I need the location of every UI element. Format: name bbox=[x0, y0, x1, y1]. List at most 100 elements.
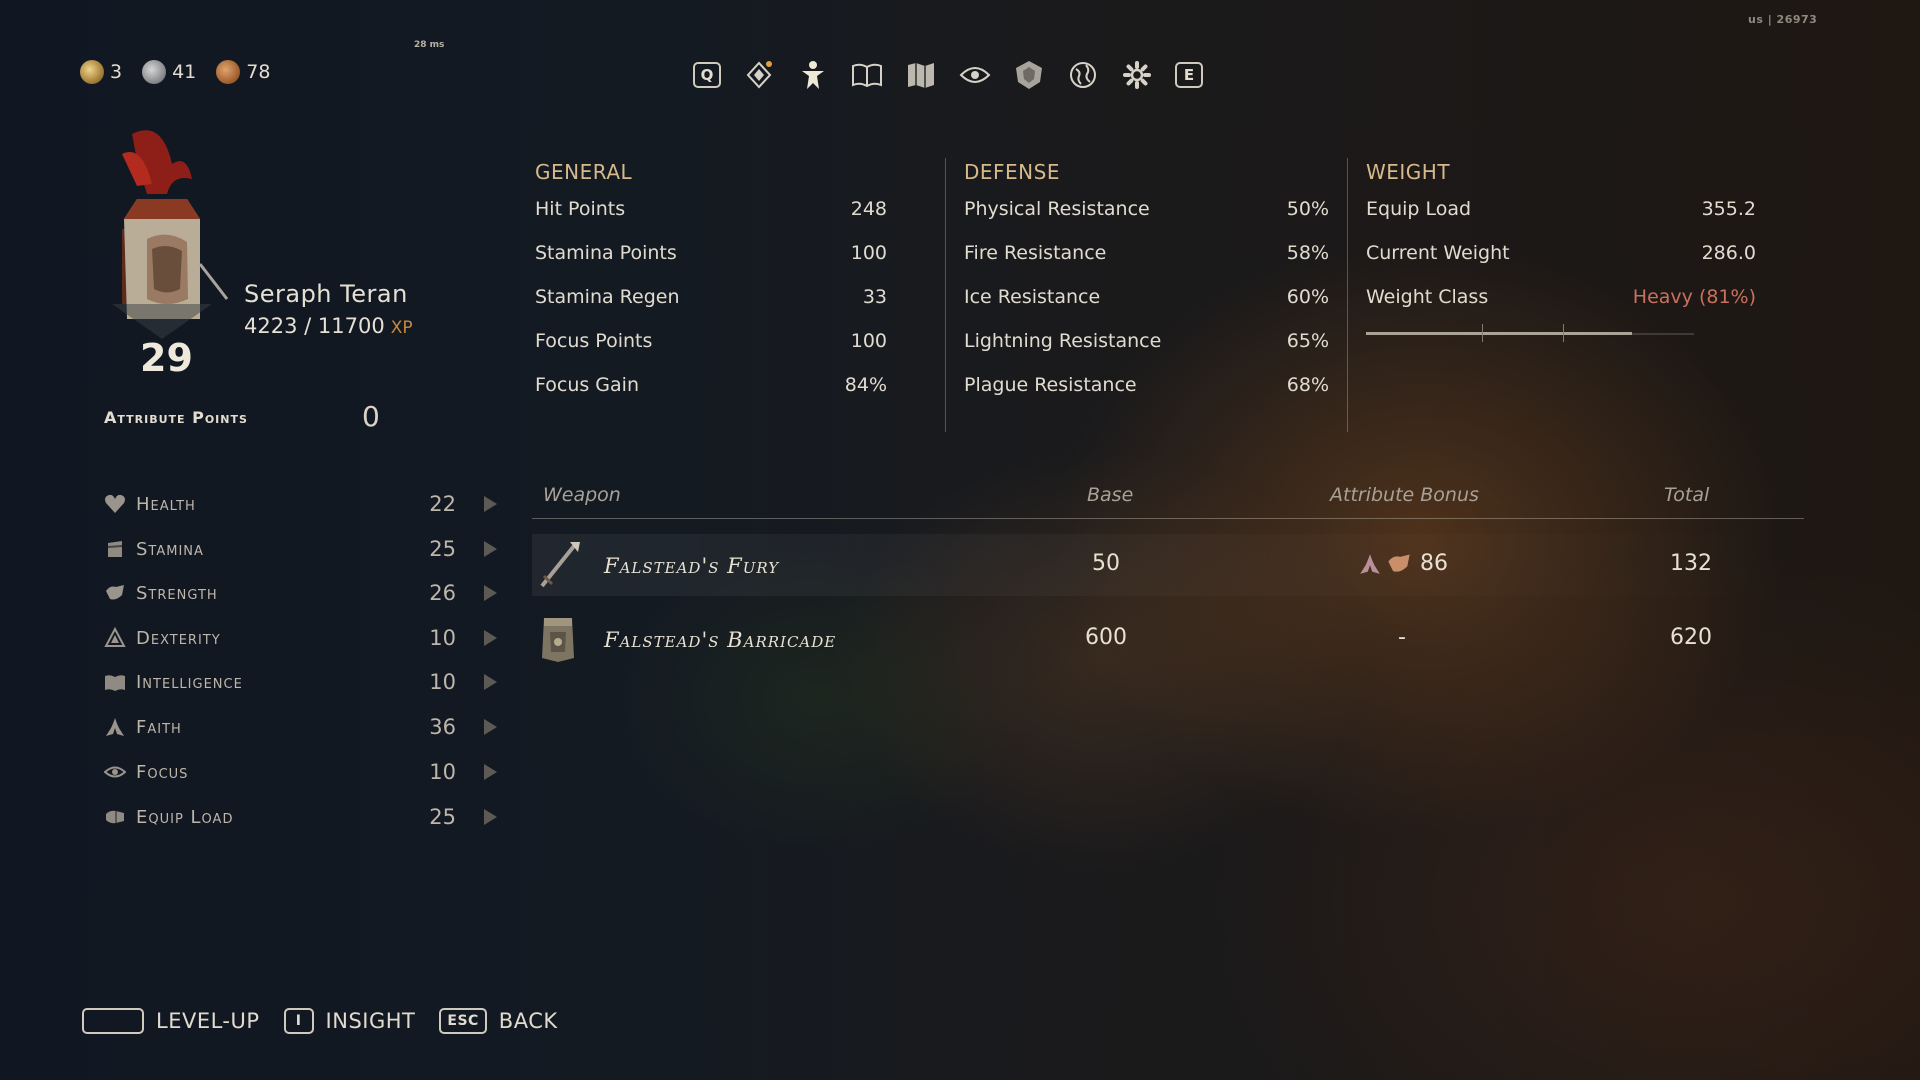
increase-arrow-icon[interactable] bbox=[484, 719, 497, 735]
next-tab-key[interactable]: E bbox=[1175, 62, 1203, 88]
insight-control[interactable]: I INSIGHT bbox=[283, 1008, 416, 1034]
shield-emblem-icon[interactable] bbox=[1013, 59, 1045, 91]
attribute-value: 10 bbox=[429, 626, 456, 650]
attribute-points-label: Attribute Points bbox=[104, 408, 248, 427]
attribute-value: 10 bbox=[429, 670, 456, 694]
stat-label: Weight Class bbox=[1366, 286, 1489, 308]
tower-shield-icon bbox=[538, 612, 578, 668]
increase-arrow-icon[interactable] bbox=[484, 809, 497, 825]
strength-icon bbox=[104, 582, 126, 604]
attribute-row-faith[interactable]: Faith 36 bbox=[104, 709, 500, 745]
currency-silver: 41 bbox=[142, 60, 196, 84]
stat-label: Lightning Resistance bbox=[964, 330, 1162, 352]
stat-label: Equip Load bbox=[1366, 198, 1472, 220]
attribute-row-intelligence[interactable]: Intelligence 10 bbox=[104, 664, 500, 700]
currency-bronze: 78 bbox=[216, 60, 270, 84]
weapon-total: 132 bbox=[1670, 551, 1712, 576]
bonus-icons bbox=[1358, 552, 1412, 580]
general-title: GENERAL bbox=[535, 160, 633, 184]
gem-icon[interactable] bbox=[743, 59, 775, 91]
weapon-bonus: - bbox=[1398, 625, 1406, 650]
stat-label: Stamina Regen bbox=[535, 286, 680, 308]
stat-row: Hit Points 248 bbox=[535, 198, 887, 220]
bronze-coin-icon bbox=[216, 60, 241, 84]
gold-value: 3 bbox=[110, 61, 123, 83]
attribute-row-focus[interactable]: Focus 10 bbox=[104, 754, 500, 790]
dexterity-icon bbox=[104, 627, 126, 649]
gear-icon[interactable] bbox=[1121, 59, 1153, 91]
weapon-row[interactable]: Falstead's Fury 50 86 132 bbox=[532, 534, 1802, 596]
gold-coin-icon bbox=[80, 60, 104, 84]
latency-readout: 28 ms bbox=[414, 40, 445, 50]
stat-value: 33 bbox=[862, 286, 887, 308]
stat-value: 100 bbox=[850, 242, 887, 264]
faith-icon bbox=[1358, 552, 1382, 580]
controls-bar: LEVEL-UP I INSIGHT ESC BACK bbox=[82, 1008, 558, 1034]
eye-icon[interactable] bbox=[959, 59, 991, 91]
character-icon[interactable] bbox=[797, 59, 829, 91]
attribute-row-stamina[interactable]: Stamina 25 bbox=[104, 531, 500, 567]
stat-value: 68% bbox=[1286, 374, 1329, 396]
attribute-row-dexterity[interactable]: Dexterity 10 bbox=[104, 620, 500, 656]
stat-label: Current Weight bbox=[1366, 242, 1510, 264]
stat-label: Hit Points bbox=[535, 198, 626, 220]
weapon-row[interactable]: Falstead's Barricade 600 - 620 bbox=[532, 608, 1802, 670]
stat-value: 60% bbox=[1286, 286, 1329, 308]
stat-value: 84% bbox=[844, 374, 887, 396]
attribute-row-health[interactable]: Health 22 bbox=[104, 486, 500, 522]
weight-bar-fill bbox=[1366, 332, 1632, 335]
stat-label: Plague Resistance bbox=[964, 374, 1137, 396]
stat-label: Fire Resistance bbox=[964, 242, 1107, 264]
level-up-control[interactable]: LEVEL-UP bbox=[82, 1008, 260, 1034]
weight-title: WEIGHT bbox=[1366, 160, 1451, 184]
character-portrait bbox=[92, 124, 232, 344]
attribute-value: 25 bbox=[429, 805, 456, 829]
control-label: INSIGHT bbox=[325, 1009, 416, 1033]
attribute-value: 22 bbox=[429, 492, 456, 516]
globe-icon[interactable] bbox=[1067, 59, 1099, 91]
stat-row: Current Weight 286.0 bbox=[1366, 242, 1756, 264]
header-weapon: Weapon bbox=[543, 484, 621, 506]
increase-arrow-icon[interactable] bbox=[484, 674, 497, 690]
table-header-divider bbox=[532, 518, 1804, 519]
header-attribute-bonus: Attribute Bonus bbox=[1330, 484, 1479, 506]
increase-arrow-icon[interactable] bbox=[484, 630, 497, 646]
weapon-base: 600 bbox=[1085, 625, 1127, 650]
stat-row: Equip Load 355.2 bbox=[1366, 198, 1756, 220]
i-key: I bbox=[283, 1008, 314, 1034]
back-control[interactable]: ESC BACK bbox=[439, 1008, 557, 1034]
weapon-name: Falstead's Fury bbox=[604, 554, 780, 578]
weapon-total: 620 bbox=[1670, 625, 1712, 650]
weight-class-value: Heavy (81%) bbox=[1632, 286, 1756, 308]
xp-value: 4223 / 11700 bbox=[244, 314, 385, 338]
character-name: Seraph Teran bbox=[244, 280, 408, 308]
book-icon[interactable] bbox=[851, 59, 883, 91]
increase-arrow-icon[interactable] bbox=[484, 541, 497, 557]
stat-value: 50% bbox=[1286, 198, 1329, 220]
focus-eye-icon bbox=[104, 761, 126, 783]
character-xp: 4223 / 11700 XP bbox=[244, 314, 413, 338]
stat-row: Stamina Points 100 bbox=[535, 242, 887, 264]
stat-row: Ice Resistance 60% bbox=[964, 286, 1329, 308]
spacebar-key bbox=[82, 1008, 144, 1034]
attribute-row-equip-load[interactable]: Equip Load 25 bbox=[104, 799, 500, 835]
increase-arrow-icon[interactable] bbox=[484, 764, 497, 780]
attribute-name: Health bbox=[136, 493, 196, 515]
stat-label: Focus Gain bbox=[535, 374, 639, 396]
faith-icon bbox=[104, 716, 126, 738]
header-base: Base bbox=[1087, 484, 1134, 506]
weapon-bonus: 86 bbox=[1420, 551, 1448, 576]
attribute-row-strength[interactable]: Strength 26 bbox=[104, 575, 500, 611]
prev-tab-key[interactable]: Q bbox=[693, 62, 721, 88]
increase-arrow-icon[interactable] bbox=[484, 496, 497, 512]
character-level: 29 bbox=[140, 336, 193, 380]
increase-arrow-icon[interactable] bbox=[484, 585, 497, 601]
strength-icon bbox=[1386, 552, 1412, 580]
column-divider bbox=[945, 158, 946, 432]
column-divider bbox=[1347, 158, 1348, 432]
map-icon[interactable] bbox=[905, 59, 937, 91]
stat-row: Stamina Regen 33 bbox=[535, 286, 887, 308]
defense-title: DEFENSE bbox=[964, 160, 1060, 184]
stat-row: Focus Gain 84% bbox=[535, 374, 887, 396]
stat-value: 100 bbox=[850, 330, 887, 352]
